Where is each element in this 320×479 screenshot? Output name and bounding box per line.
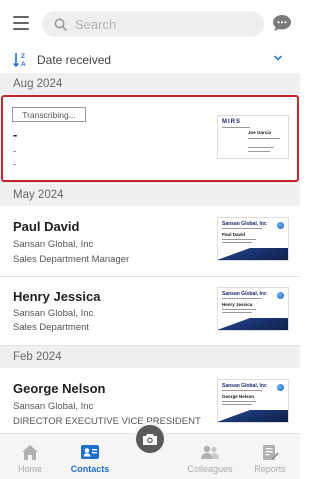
contact-title: DIRECTOR EXECUTIVE VICE PRESIDENT: [13, 416, 201, 427]
tab-home[interactable]: Home: [0, 434, 60, 479]
business-card-thumbnail: Sansan Global, Inc Paul David: [217, 217, 289, 261]
home-icon: [22, 445, 38, 460]
svg-text:A: A: [21, 61, 26, 68]
globe-icon: [277, 384, 284, 391]
tab-colleagues[interactable]: Colleagues: [180, 434, 240, 479]
contact-company: Sansan Global, Inc: [13, 239, 94, 250]
search-icon: [54, 18, 67, 31]
sort-label: Date received: [37, 53, 112, 67]
tab-label: Contacts: [70, 464, 110, 474]
business-card-thumbnail: Sansan Global, Inc Henry Jessica: [217, 287, 289, 331]
tab-label: Colleagues: [187, 464, 233, 474]
colleagues-icon: [201, 445, 219, 459]
chevron-down-icon[interactable]: [273, 54, 283, 62]
section-label: Aug 2024: [13, 78, 63, 90]
section-header: Feb 2024: [0, 346, 300, 368]
contacts-icon: [81, 445, 99, 459]
contact-title: Sales Department: [13, 322, 90, 333]
card-logo: Sansan Global, Inc: [222, 383, 267, 389]
top-bar: Search: [0, 0, 300, 46]
camera-icon: [143, 433, 157, 445]
contact-company: Sansan Global, Inc: [13, 401, 94, 412]
card-person: Henry Jessica: [222, 302, 253, 307]
tab-reports[interactable]: Reports: [240, 434, 300, 479]
app-root: Search Z A Date received Aug 2024 MIRS J…: [0, 0, 300, 479]
card-logo: Sansan Global, Inc: [222, 291, 267, 297]
globe-icon: [277, 292, 284, 299]
card-logo: Sansan Global, Inc: [222, 221, 267, 227]
sort-az-icon: Z A: [13, 53, 26, 68]
section-header: May 2024: [0, 184, 300, 206]
bottom-tab-bar: Home Contacts Colleagues Reports: [0, 422, 300, 479]
contact-row[interactable]: Paul David Sansan Global, Inc Sales Depa…: [0, 206, 300, 277]
card-person: George Nelson: [222, 394, 255, 399]
contact-company: Sansan Global, Inc: [13, 308, 94, 319]
contact-name: Paul David: [13, 219, 80, 234]
section-header: Aug 2024: [0, 73, 300, 95]
highlight-frame: [1, 95, 299, 182]
section-label: Feb 2024: [13, 351, 62, 363]
search-placeholder: Search: [75, 16, 117, 32]
contact-name: George Nelson: [13, 381, 106, 396]
chat-icon[interactable]: [272, 14, 292, 32]
tab-label: Reports: [254, 464, 286, 474]
reports-icon: [263, 445, 279, 460]
camera-button[interactable]: [133, 422, 167, 456]
contact-row[interactable]: Henry Jessica Sansan Global, Inc Sales D…: [0, 277, 300, 346]
sort-row[interactable]: Z A Date received: [0, 47, 300, 73]
contact-name: Henry Jessica: [13, 289, 101, 304]
tab-contacts[interactable]: Contacts: [60, 434, 120, 479]
section-label: May 2024: [13, 189, 64, 201]
menu-icon[interactable]: [13, 16, 29, 30]
search-input[interactable]: Search: [42, 11, 264, 37]
tab-label: Home: [17, 464, 42, 474]
card-person: Paul David: [222, 232, 246, 237]
business-card-thumbnail: Sansan Global, Inc George Nelson: [217, 379, 289, 423]
svg-text:Z: Z: [21, 53, 25, 60]
globe-icon: [277, 222, 284, 229]
contact-title: Sales Department Manager: [13, 254, 130, 265]
